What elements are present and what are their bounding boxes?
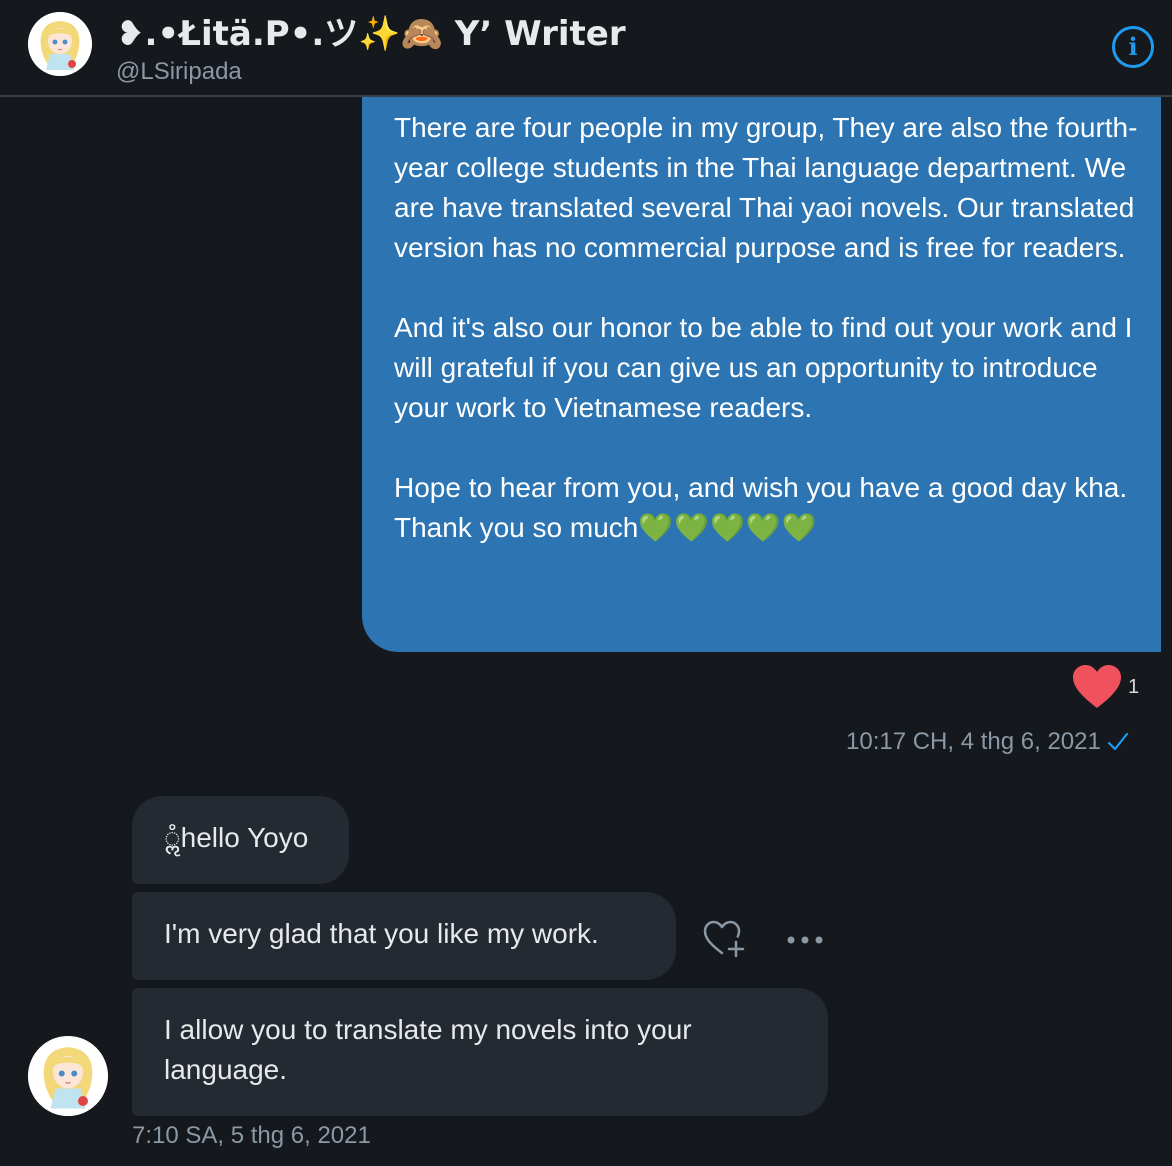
outgoing-paragraph: There are four people in my group, They … xyxy=(394,112,1138,263)
outgoing-paragraph: And it's also our honor to be able to fi… xyxy=(394,312,1133,423)
anime-avatar[interactable] xyxy=(28,12,92,76)
anime-avatar[interactable] xyxy=(28,1036,108,1116)
incoming-message-bubble[interactable]: ॢ̊hello Yoyo xyxy=(132,796,349,884)
incoming-message-text: I allow you to translate my novels into … xyxy=(164,1014,692,1085)
avatar-illustration xyxy=(28,12,92,76)
add-reaction-icon[interactable] xyxy=(702,918,746,958)
outgoing-timestamp: 10:17 CH, 4 thg 6, 2021 xyxy=(846,726,1129,758)
incoming-message-text: ॢ̊hello Yoyo xyxy=(164,822,309,853)
green-hearts-emoji: 💚💚💚💚💚 xyxy=(638,512,818,543)
conversation-header: ❥.•Łitä.P•.ツ✨🙈 Y’ Writer @LSiripada i xyxy=(0,0,1172,97)
outgoing-paragraph: Hope to hear from you, and wish you have… xyxy=(394,468,1141,548)
incoming-timestamp: 7:10 SA, 5 thg 6, 2021 xyxy=(132,1122,371,1149)
incoming-message-bubble[interactable]: I allow you to translate my novels into … xyxy=(132,988,828,1116)
more-icon[interactable] xyxy=(786,930,826,950)
info-icon[interactable]: i xyxy=(1112,26,1154,68)
heart-icon xyxy=(1073,665,1121,708)
checkmark-icon xyxy=(1107,732,1128,751)
outgoing-message-bubble[interactable]: There are four people in my group, They … xyxy=(362,40,1161,652)
incoming-message-text: I'm very glad that you like my work. xyxy=(164,918,599,949)
message-reaction[interactable]: 1 xyxy=(1072,662,1139,712)
display-name[interactable]: ❥.•Łitä.P•.ツ✨🙈 Y’ Writer xyxy=(116,8,626,54)
user-handle: @LSiripada xyxy=(116,58,242,85)
avatar-illustration xyxy=(28,1036,108,1116)
timestamp-text: 10:17 CH, 4 thg 6, 2021 xyxy=(846,728,1101,755)
reaction-count: 1 xyxy=(1128,675,1140,698)
dm-conversation: There are four people in my group, They … xyxy=(0,0,1172,1166)
incoming-message-bubble[interactable]: I'm very glad that you like my work. xyxy=(132,892,676,980)
